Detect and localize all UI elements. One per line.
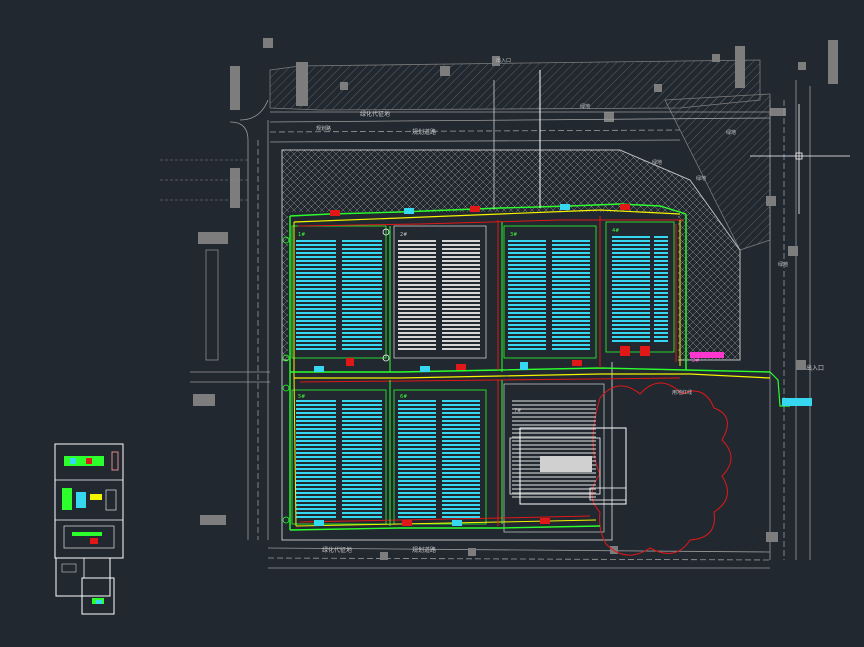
label-entrance: 出入口 (806, 364, 824, 372)
label-building-8: 8# (692, 358, 699, 364)
label-green-1: 绿地 (580, 103, 590, 110)
label-building-1: 1# (298, 232, 305, 238)
building-block-4 (605, 221, 675, 353)
label-green-2: 绿地 (652, 159, 662, 166)
label-building-3: 3# (510, 232, 517, 238)
label-building-6: 6# (400, 394, 407, 400)
label-building-5: 5# (298, 394, 305, 400)
building-row-bottom (291, 389, 627, 525)
label-south-strip: 绿化代征地 (322, 546, 352, 554)
label-north-entrance: 出入口 (496, 57, 511, 64)
label-green-cloud: 用地红线 (672, 389, 692, 396)
thumbnail-sheet-top[interactable] (54, 443, 124, 559)
label-north-strip: 绿化代征地 (360, 110, 390, 118)
label-green-4: 绿地 (726, 129, 736, 136)
label-green-3: 绿地 (696, 175, 706, 182)
label-green-east: 绿地 (778, 261, 788, 268)
label-building-2: 2# (400, 232, 407, 238)
label-north-road: 规划道路 (412, 128, 436, 136)
label-south-road: 规划道路 (412, 546, 436, 554)
label-north-road-2: 规划路 (316, 125, 331, 132)
thumbnail-sheet-bottom[interactable] (55, 557, 115, 615)
label-building-7: 7# (514, 408, 521, 414)
revision-cloud (591, 382, 732, 556)
cad-drawing-canvas[interactable]: 绿化代征地 规划道路 规划路 绿地 绿地 绿地 绿地 出入口 绿地 出入口 用地… (0, 0, 864, 647)
label-building-4: 4# (612, 228, 619, 234)
